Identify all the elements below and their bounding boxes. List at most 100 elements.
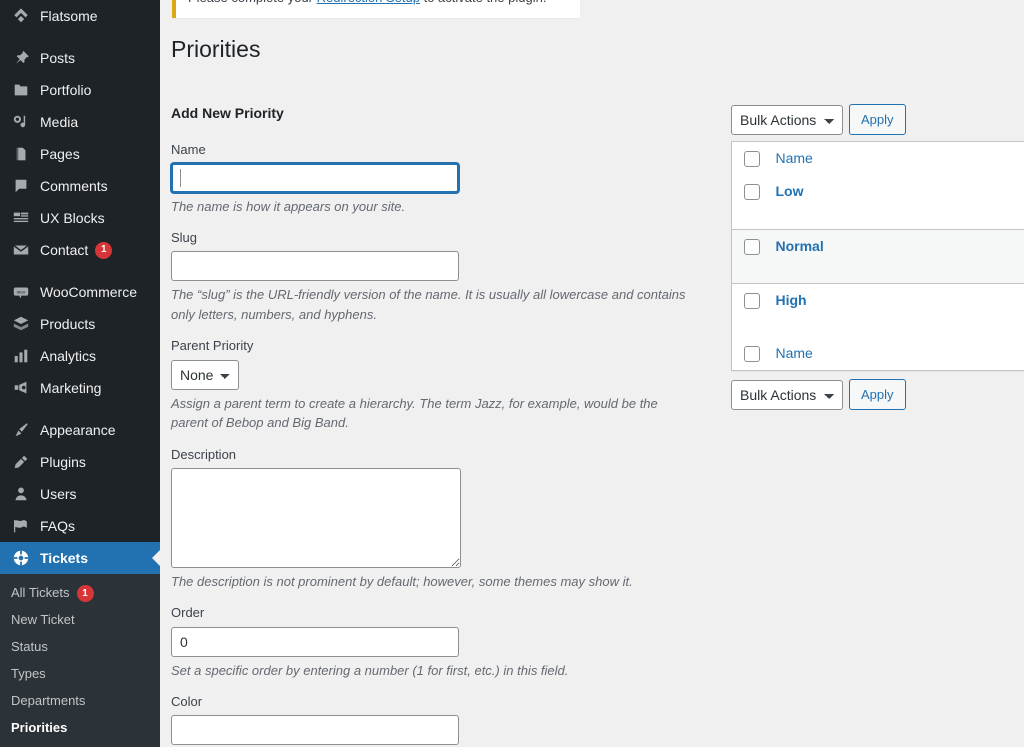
submenu-item-new-ticket[interactable]: New Ticket: [0, 607, 160, 634]
sidebar-item-label: Pages: [40, 146, 80, 162]
megaphone-icon: [11, 378, 31, 398]
field-parent-priority: Parent Priority None Assign a parent ter…: [171, 337, 731, 432]
analytics-icon: [11, 346, 31, 366]
redirection-setup-notice: Please complete your Redirection Setup t…: [172, 0, 580, 18]
submenu-item-all-tickets[interactable]: All Tickets 1: [0, 580, 160, 607]
sidebar-separator: [0, 266, 160, 276]
row-select-cell: [731, 175, 766, 230]
parent-priority-label: Parent Priority: [171, 338, 254, 354]
slug-label: Slug: [171, 230, 198, 246]
submenu-item-priorities[interactable]: Priorities: [0, 715, 160, 742]
table-row: High: [732, 283, 1024, 337]
parent-priority-select[interactable]: None: [171, 359, 239, 390]
redirection-setup-link[interactable]: Redirection Setup: [317, 0, 420, 5]
table-row: Normal: [731, 229, 1024, 284]
submenu-item-departments[interactable]: Departments: [0, 688, 160, 715]
apply-button-top[interactable]: Apply: [849, 104, 906, 135]
order-input[interactable]: [171, 626, 459, 657]
color-label: Color: [171, 694, 203, 710]
comments-icon: [11, 176, 31, 196]
sidebar-item-products[interactable]: Products: [0, 308, 160, 340]
description-label: Description: [171, 446, 237, 462]
sidebar-item-appearance[interactable]: Appearance: [0, 414, 160, 446]
form-heading: Add New Priority: [171, 105, 284, 121]
row-select-cell: [731, 229, 766, 284]
sidebar-item-users[interactable]: Users: [0, 478, 160, 510]
row-name-cell: Low: [765, 175, 1024, 230]
parent-priority-help-text: Assign a parent term to create a hierarc…: [171, 395, 658, 431]
admin-screen: Flatsome Posts Portfolio Media Pages Com…: [0, 0, 1024, 747]
sidebar-item-marketing[interactable]: Marketing: [0, 372, 160, 404]
tablenav-bottom: Bulk Actions Apply: [731, 379, 1024, 410]
table-foot: Name: [732, 337, 1024, 371]
sidebar-item-label: Marketing: [40, 380, 102, 396]
sort-by-name-link-bottom[interactable]: Name: [776, 345, 813, 361]
apply-button-bottom[interactable]: Apply: [849, 379, 906, 410]
sidebar-item-media[interactable]: Media: [0, 106, 160, 138]
field-description: Description The description is not promi…: [171, 446, 731, 592]
sidebar-item-label: Comments: [40, 178, 108, 194]
brush-icon: [11, 420, 31, 440]
submenu-item-label: Types: [11, 665, 46, 681]
woo-icon: woo: [11, 282, 31, 302]
name-label: Name: [171, 141, 206, 157]
main-content: Please complete your Redirection Setup t…: [160, 0, 1024, 747]
table-body: Low Normal High: [731, 175, 1024, 337]
sidebar-item-tickets[interactable]: Tickets: [0, 542, 160, 574]
sidebar-item-plugins[interactable]: Plugins: [0, 446, 160, 478]
name-input[interactable]: [171, 162, 459, 193]
submenu-item-agents[interactable]: Agents: [0, 741, 160, 747]
sidebar-item-label: Users: [40, 486, 77, 502]
page-title: Priorities: [171, 36, 261, 62]
color-input[interactable]: [171, 715, 459, 746]
submenu-item-label: Departments: [11, 692, 86, 708]
sidebar-item-woocommerce[interactable]: woo WooCommerce: [0, 276, 160, 308]
submenu-item-label: Priorities: [11, 719, 68, 735]
row-checkbox[interactable]: [744, 184, 760, 200]
priority-link[interactable]: High: [776, 292, 807, 308]
sidebar-item-label: Analytics: [40, 348, 97, 364]
priority-link[interactable]: Normal: [776, 238, 824, 254]
row-name-cell: High: [766, 283, 1024, 337]
sidebar-item-analytics[interactable]: Analytics: [0, 340, 160, 372]
row-checkbox[interactable]: [744, 238, 760, 255]
row-checkbox[interactable]: [744, 292, 760, 309]
sidebar-item-label: Tickets: [40, 550, 88, 566]
tickets-submenu: All Tickets 1 New Ticket Status Types De…: [0, 574, 160, 747]
admin-sidebar: Flatsome Posts Portfolio Media Pages Com…: [0, 0, 160, 747]
sort-by-name-link[interactable]: Name: [776, 150, 813, 166]
submenu-item-status[interactable]: Status: [0, 634, 160, 661]
sidebar-item-ux-blocks[interactable]: UX Blocks: [0, 202, 160, 234]
sidebar-item-label: Portfolio: [40, 82, 92, 98]
text-caret: [180, 168, 181, 187]
table-head: Name: [732, 142, 1024, 176]
sidebar-item-label: FAQs: [40, 518, 76, 534]
products-icon: [11, 314, 31, 334]
sidebar-item-label: UX Blocks: [40, 210, 105, 226]
media-icon: [11, 112, 31, 132]
pages-icon: [11, 144, 31, 164]
description-textarea[interactable]: [171, 467, 461, 568]
sidebar-item-flatsome[interactable]: Flatsome: [0, 0, 160, 32]
sidebar-item-faqs[interactable]: FAQs: [0, 510, 160, 542]
sidebar-item-contact[interactable]: Contact 1: [0, 234, 160, 266]
sidebar-item-comments[interactable]: Comments: [0, 170, 160, 202]
table-row: Low: [731, 175, 1024, 230]
bulk-actions-select-bottom[interactable]: Bulk Actions: [731, 379, 843, 410]
slug-input[interactable]: [171, 251, 459, 282]
bulk-actions-select-top[interactable]: Bulk Actions: [731, 104, 843, 135]
submenu-item-label: New Ticket: [11, 612, 75, 627]
priority-link[interactable]: Low: [776, 183, 804, 199]
contact-count-badge: 1: [95, 241, 113, 259]
sidebar-item-pages[interactable]: Pages: [0, 138, 160, 170]
select-all-checkbox-top[interactable]: [744, 151, 760, 167]
select-all-checkbox-bottom[interactable]: [744, 346, 760, 362]
submenu-item-types[interactable]: Types: [0, 661, 160, 688]
add-new-priority-form: Add New Priority Name The name is how it…: [171, 104, 731, 747]
tablenav-top: Bulk Actions Apply: [731, 104, 1024, 135]
sidebar-item-posts[interactable]: Posts: [0, 42, 160, 74]
sidebar-item-portfolio[interactable]: Portfolio: [0, 74, 160, 106]
submenu-item-label: Status: [11, 638, 48, 654]
name-help-text: The name is how it appears on your site.: [171, 198, 406, 214]
name-input-wrap: [171, 162, 459, 193]
